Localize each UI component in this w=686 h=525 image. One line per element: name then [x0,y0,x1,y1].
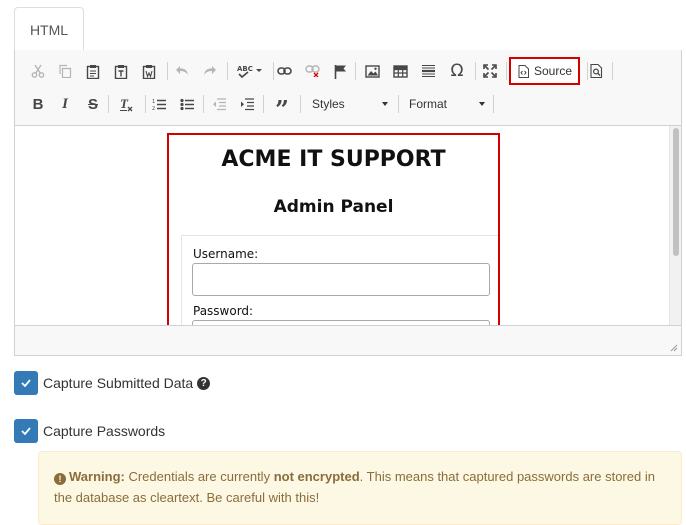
toolbar-separator [506,62,507,80]
special-character-icon[interactable]: Ω [444,58,470,84]
strikethrough-icon[interactable]: S [80,91,106,117]
username-label: Username: [193,247,259,261]
help-icon[interactable]: ? [197,376,211,390]
toolbar-separator [167,62,168,80]
svg-text:ABC: ABC [237,65,253,73]
editor-scrollbar[interactable] [669,126,681,325]
svg-text:1: 1 [152,99,155,105]
format-dropdown[interactable]: Format [401,92,491,116]
unlink-icon[interactable] [299,58,325,84]
preview-title: ACME IT SUPPORT [221,147,446,172]
scrollbar-thumb[interactable] [673,128,679,256]
blockquote-icon[interactable]: ” [269,91,295,124]
toolbar-separator [355,62,356,80]
bulleted-list-icon[interactable] [174,91,200,117]
login-form: Username: Password: [181,235,498,325]
warning-bold: not encrypted [273,469,360,484]
toolbar-separator [612,62,613,80]
toolbar-separator [108,95,109,113]
toolbar-separator [263,95,264,113]
capture-passwords-option: Capture Passwords [14,419,165,443]
paste-from-word-icon[interactable] [136,58,162,84]
checkmark-icon [21,379,31,387]
toolbar-separator [227,62,228,80]
tab-html[interactable]: HTML [14,7,84,52]
warning-alert: ! Warning: Credentials are currently not … [38,451,682,525]
toolbar-separator [300,95,301,113]
capture-submitted-option: Capture Submitted Data ? [14,371,211,395]
source-icon [518,64,529,78]
toolbar-separator [493,95,494,113]
link-icon[interactable] [271,58,297,84]
editor-toolbar: ABC Ω Source B I S T 1 2 ” Styles Format [15,50,681,125]
styles-dropdown[interactable]: Styles [304,92,394,116]
anchor-flag-icon[interactable] [327,58,353,84]
decrease-indent-icon[interactable] [206,91,232,117]
username-field[interactable] [192,263,490,296]
preview-icon[interactable] [583,58,609,84]
editor-statusbar [15,325,681,355]
paste-text-icon[interactable] [108,58,134,84]
horizontal-line-icon[interactable] [415,58,441,84]
landing-page-preview: ACME IT SUPPORT Admin Panel Username: Pa… [167,133,500,325]
toolbar-separator [398,95,399,113]
capture-passwords-label: Capture Passwords [43,423,166,439]
svg-text:2: 2 [152,106,155,111]
cut-icon[interactable] [25,58,51,84]
table-icon[interactable] [387,58,413,84]
source-button[interactable]: Source [509,57,580,85]
tab-bar: HTML [14,0,682,52]
rich-text-editor: ABC Ω Source B I S T 1 2 ” Styles Format… [14,50,682,356]
format-label: Format [409,97,448,111]
chevron-down-icon [382,102,388,106]
password-label: Password: [193,304,254,318]
maximize-icon[interactable] [477,58,503,84]
increase-indent-icon[interactable] [234,91,260,117]
capture-submitted-checkbox[interactable] [14,371,38,395]
numbered-list-icon[interactable]: 12 [146,91,172,117]
copy-icon[interactable] [52,58,78,84]
capture-passwords-checkbox[interactable] [14,419,38,443]
styles-label: Styles [312,97,345,111]
paste-icon[interactable] [80,58,106,84]
tab-html-label: HTML [29,21,69,38]
warning-text-1: Credentials are currently [124,469,274,484]
spellcheck-icon[interactable]: ABC [234,58,266,84]
exclamation-circle-icon: ! [54,473,66,485]
preview-subtitle: Admin Panel [273,197,394,217]
redo-icon[interactable] [197,58,223,84]
capture-submitted-label: Capture Submitted Data [43,375,194,391]
checkmark-icon [21,427,31,435]
toolbar-separator [475,62,476,80]
editor-content[interactable]: ACME IT SUPPORT Admin Panel Username: Pa… [15,125,681,325]
resize-handle-icon[interactable] [668,342,678,352]
source-label: Source [534,64,573,78]
remove-format-icon[interactable]: T [113,91,139,117]
toolbar-separator [203,95,204,113]
undo-icon[interactable] [169,58,195,84]
italic-icon[interactable]: I [52,91,78,117]
image-icon[interactable] [359,58,385,84]
svg-text:T: T [120,97,129,111]
chevron-down-icon [479,102,485,106]
warning-strong: Warning: [69,469,125,484]
bold-icon[interactable]: B [25,91,51,117]
